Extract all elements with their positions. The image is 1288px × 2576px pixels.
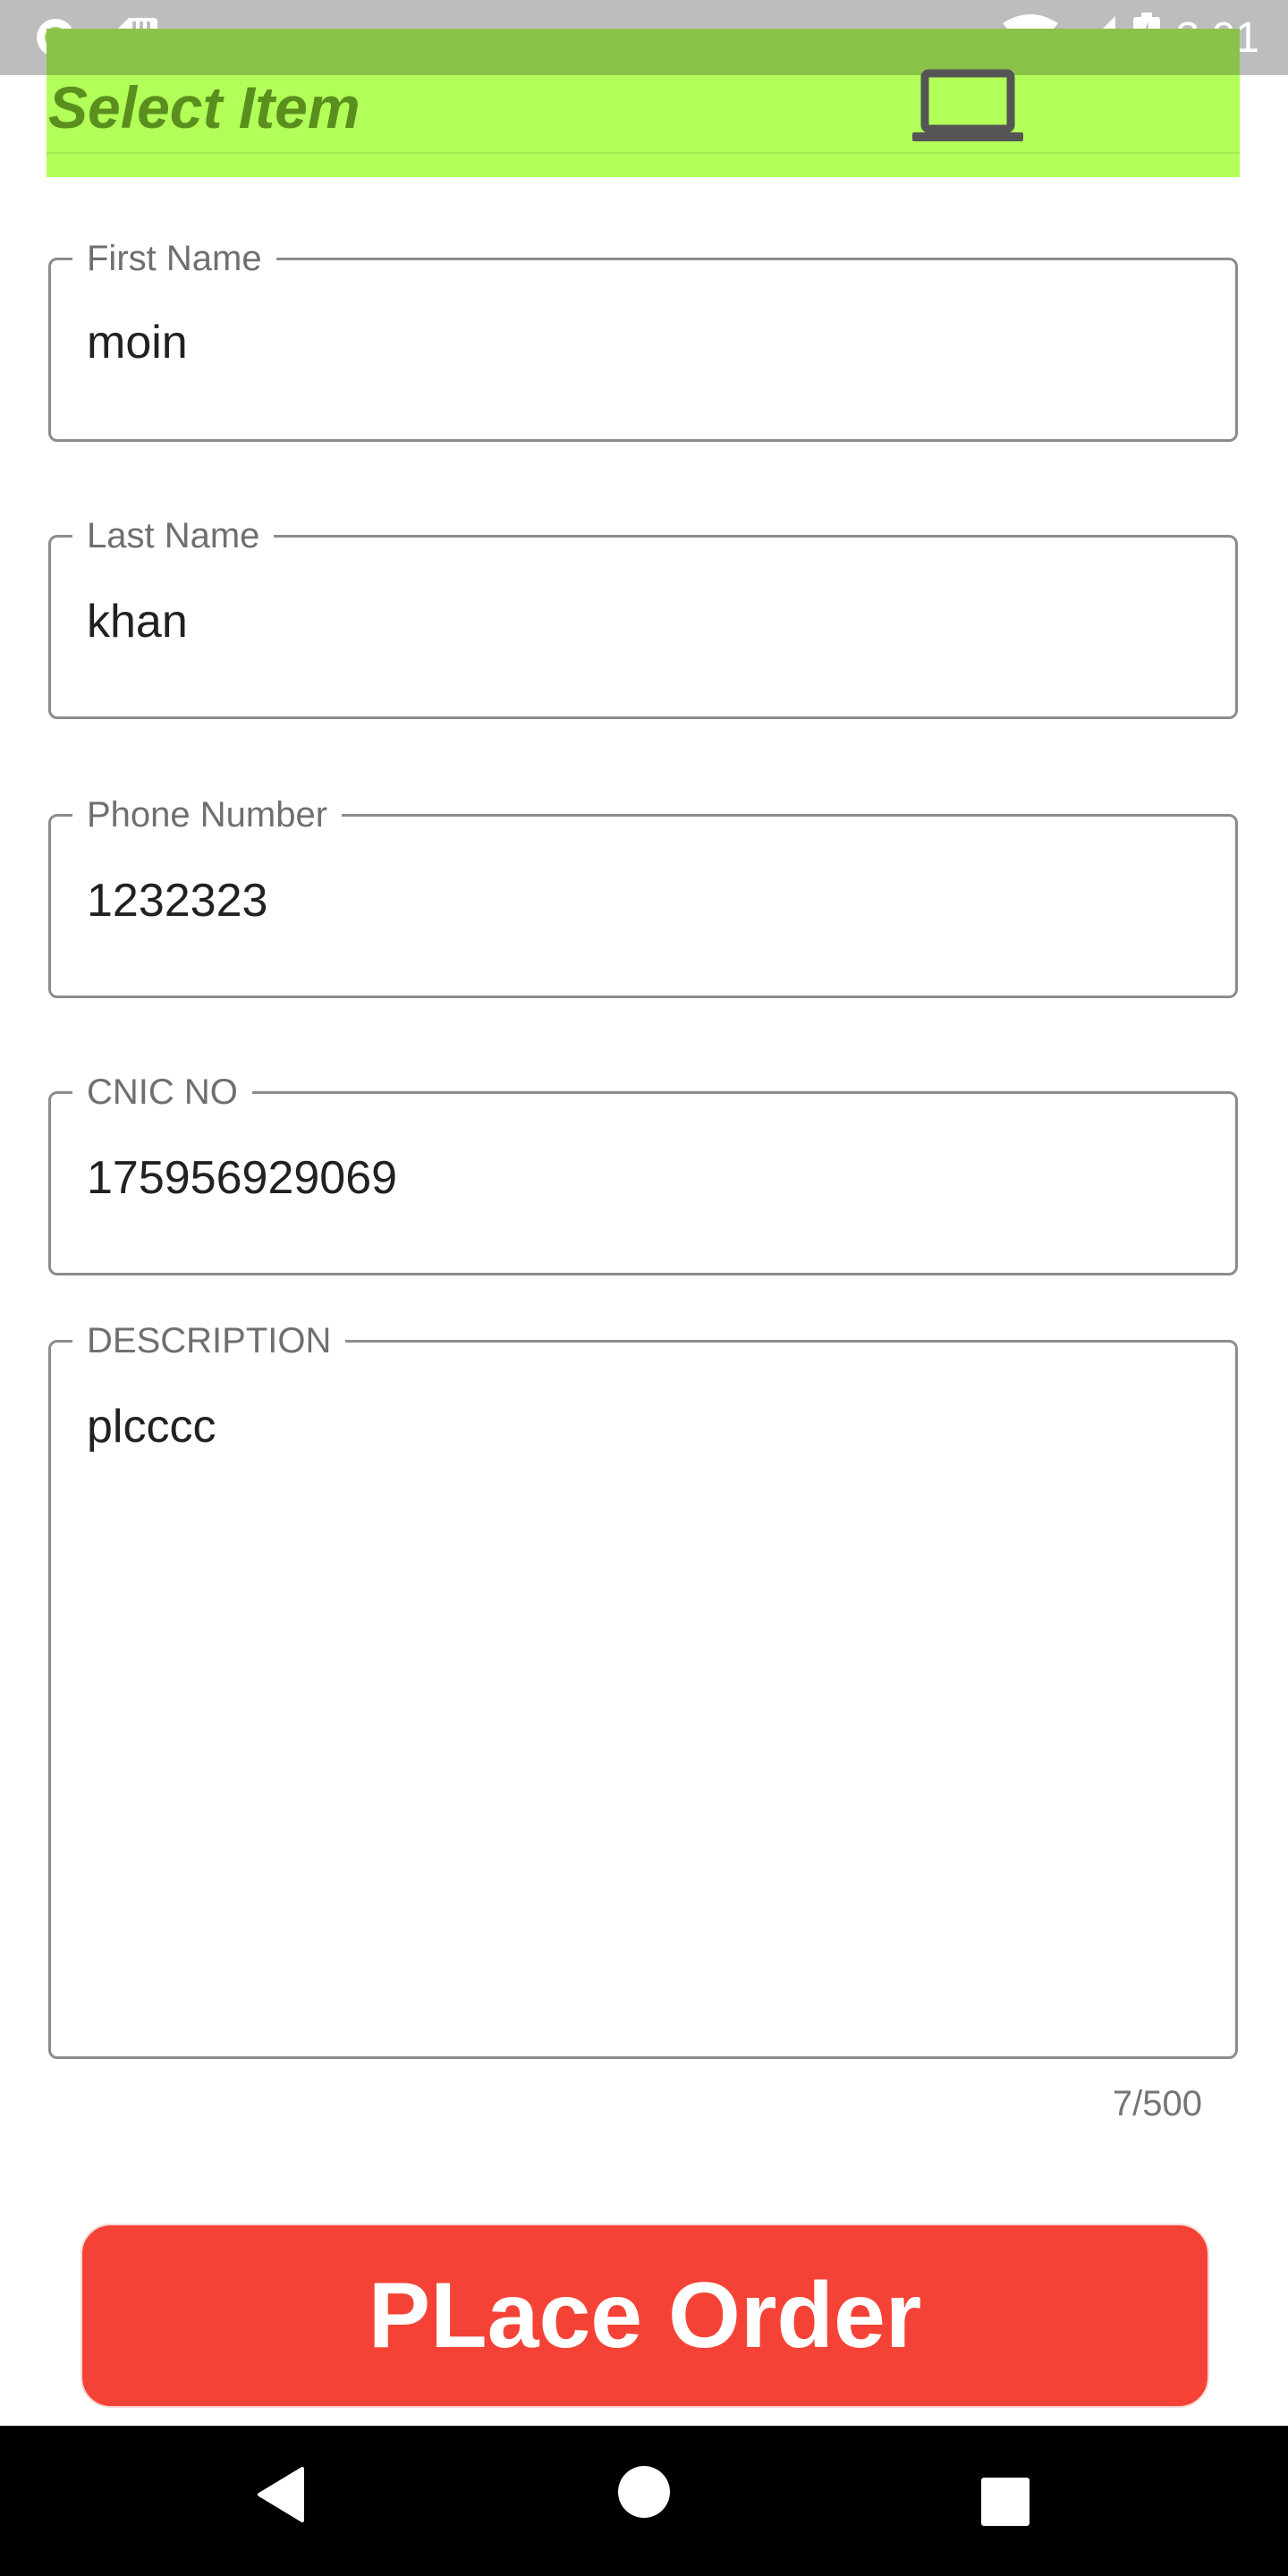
first-name-label: First Name xyxy=(72,237,276,280)
laptop-icon[interactable] xyxy=(912,68,1023,151)
last-name-value[interactable]: khan xyxy=(87,595,188,648)
cnic-label: CNIC NO xyxy=(72,1071,252,1114)
phone-number-value[interactable]: 1232323 xyxy=(87,874,267,928)
description-value[interactable]: plcccc xyxy=(87,1400,216,1453)
phone-number-field[interactable]: Phone Number 1232323 xyxy=(48,793,1238,998)
header-top-band xyxy=(47,29,1240,75)
cnic-field[interactable]: CNIC NO 175956929069 xyxy=(48,1071,1238,1275)
first-name-value[interactable]: moin xyxy=(87,316,188,369)
description-label: DESCRIPTION xyxy=(72,1319,346,1362)
home-icon[interactable] xyxy=(617,2465,671,2523)
page-title: Select Item xyxy=(48,74,360,140)
app-header: Select Item xyxy=(47,69,1240,177)
last-name-label: Last Name xyxy=(72,514,275,557)
description-char-counter: 7/500 xyxy=(1112,2084,1202,2123)
cnic-value[interactable]: 175956929069 xyxy=(87,1151,397,1205)
first-name-field[interactable]: First Name moin xyxy=(48,237,1238,442)
description-textarea[interactable]: DESCRIPTION plcccc xyxy=(48,1319,1238,2059)
back-icon[interactable] xyxy=(256,2465,306,2529)
phone-number-label: Phone Number xyxy=(72,793,343,836)
recents-icon[interactable] xyxy=(981,2478,1030,2530)
system-nav-bar xyxy=(0,2426,1288,2576)
last-name-field[interactable]: Last Name khan xyxy=(48,514,1238,719)
header-divider xyxy=(47,152,1240,154)
place-order-button[interactable]: PLace Order xyxy=(80,2224,1209,2408)
